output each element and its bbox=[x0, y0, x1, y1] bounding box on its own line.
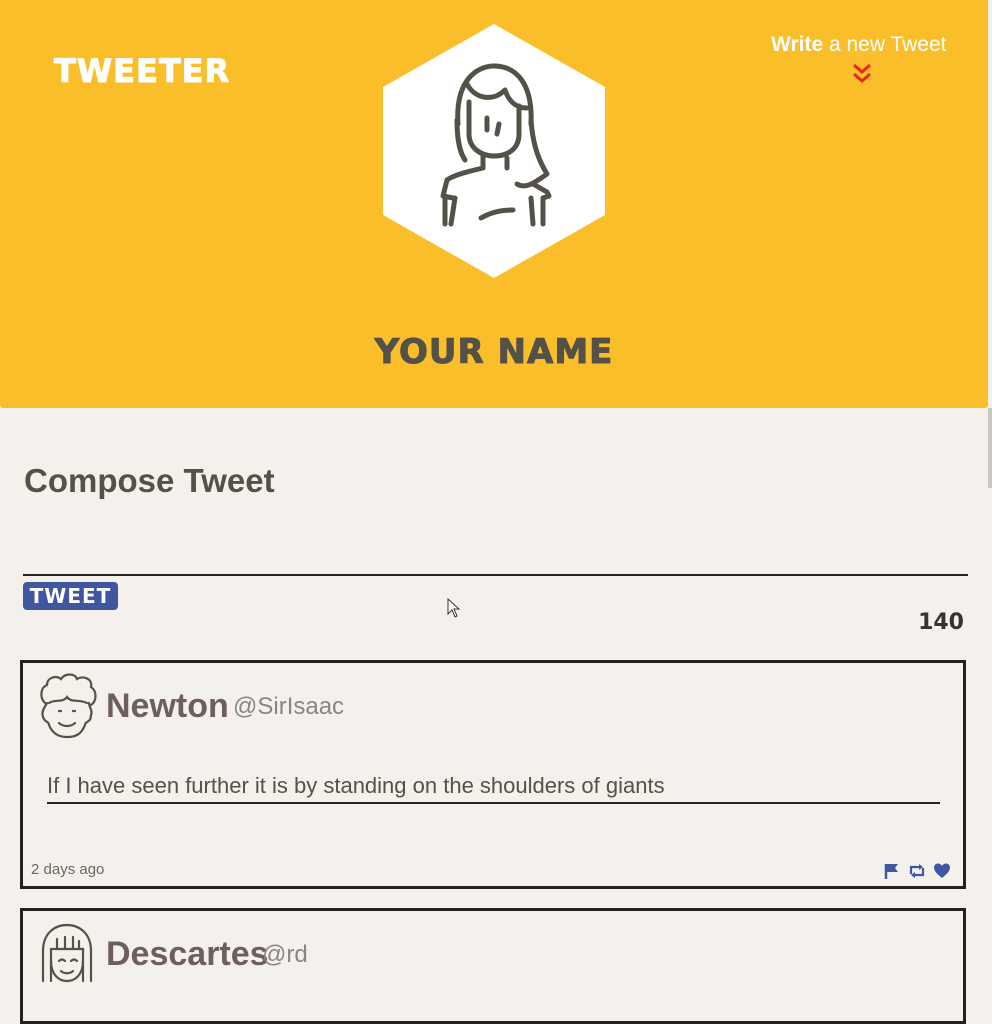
newton-avatar-icon bbox=[40, 673, 97, 739]
profile-name: Your Name bbox=[374, 332, 614, 373]
tweet-actions bbox=[883, 862, 955, 882]
brand-logo[interactable]: Tweeter bbox=[53, 52, 230, 91]
mouse-pointer-icon bbox=[447, 598, 461, 618]
tweet-author-handle[interactable]: @SirIsaac bbox=[233, 693, 344, 721]
tweet-author-handle[interactable]: @rd bbox=[262, 941, 308, 969]
retweet-icon[interactable] bbox=[908, 862, 926, 880]
profile-avatar bbox=[383, 24, 605, 278]
heart-icon[interactable] bbox=[933, 862, 951, 880]
descartes-avatar-icon bbox=[41, 923, 93, 983]
write-new-tweet-link[interactable]: Write a new Tweet bbox=[771, 33, 956, 57]
write-bold-label: Write bbox=[771, 33, 824, 56]
character-counter: 140 bbox=[918, 610, 964, 635]
scrollbar[interactable] bbox=[988, 408, 992, 488]
flag-icon[interactable] bbox=[883, 862, 901, 880]
write-rest-label: a new Tweet bbox=[823, 33, 947, 56]
tweet-card: Newton @SirIsaac If I have seen further … bbox=[20, 660, 966, 889]
tweet-card: Descartes @rd bbox=[20, 908, 966, 1024]
profile-header: Tweeter Write a new Tweet Your Name bbox=[0, 0, 988, 408]
tweet-submit-button[interactable]: Tweet bbox=[23, 582, 118, 610]
compose-title: Compose Tweet bbox=[24, 462, 275, 499]
tweet-author-name[interactable]: Newton bbox=[106, 687, 229, 726]
tweet-author-name[interactable]: Descartes bbox=[106, 935, 269, 974]
compose-tweet-input[interactable] bbox=[23, 530, 968, 576]
tweet-timestamp: 2 days ago bbox=[31, 861, 105, 878]
tweet-content: If I have seen further it is by standing… bbox=[47, 773, 940, 804]
double-chevron-down-icon[interactable] bbox=[851, 62, 873, 86]
